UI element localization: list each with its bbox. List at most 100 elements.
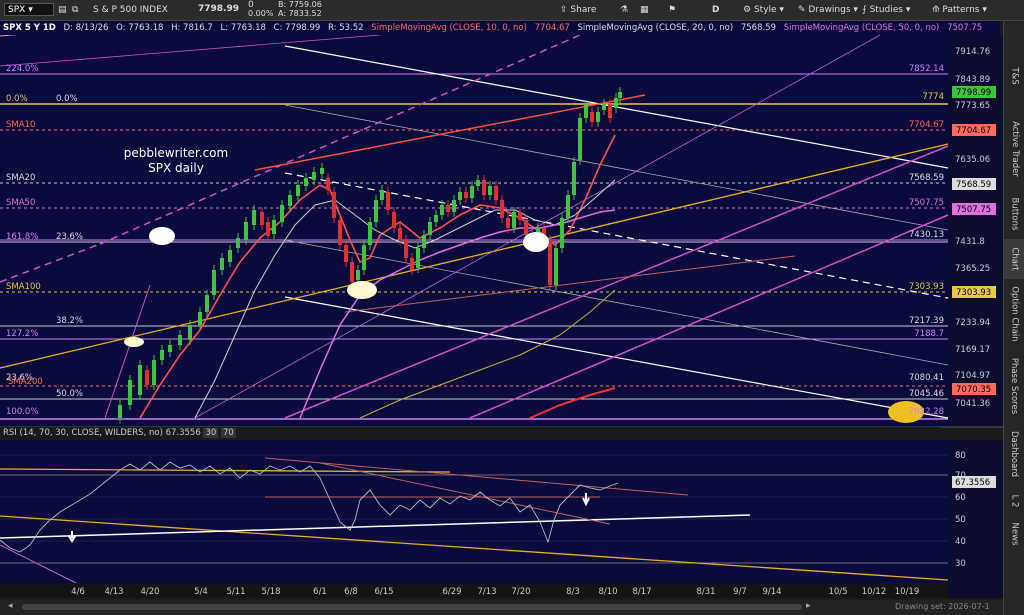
candle-body[interactable] <box>220 258 224 270</box>
candle-body[interactable] <box>590 112 594 122</box>
candle-body[interactable] <box>374 200 378 222</box>
candle-body[interactable] <box>236 238 240 248</box>
candle-body[interactable] <box>272 220 276 234</box>
price-pane[interactable] <box>0 35 948 427</box>
candle-body[interactable] <box>188 325 192 340</box>
candle-body[interactable] <box>578 118 582 160</box>
share-button[interactable]: ⇪ Share <box>560 3 596 17</box>
candle-body[interactable] <box>440 205 444 215</box>
candle-body[interactable] <box>205 295 209 312</box>
timeframe-label[interactable]: SPX 5 Y 1D <box>3 23 56 33</box>
candle-body[interactable] <box>320 168 324 174</box>
tab-active-trader[interactable]: Active Trader <box>1004 109 1024 189</box>
candle-body[interactable] <box>288 195 292 206</box>
price-chart[interactable]: pebblewriter.com SPX daily 224.0% 0.0% 0… <box>0 35 1003 615</box>
candle-body[interactable] <box>614 98 618 108</box>
candle-body[interactable] <box>566 195 570 218</box>
scroll-left-icon[interactable]: ◂ <box>8 601 13 611</box>
candle-body[interactable] <box>584 105 588 118</box>
candle-body[interactable] <box>596 112 600 122</box>
candle-body[interactable] <box>280 205 284 222</box>
candle-body[interactable] <box>554 248 558 285</box>
candle-body[interactable] <box>212 270 216 295</box>
candle-body[interactable] <box>128 380 132 405</box>
symbol-link-icon[interactable]: ⧉ <box>72 3 78 17</box>
candle-body[interactable] <box>560 218 564 248</box>
tab-chart[interactable]: Chart <box>1004 239 1024 279</box>
candle-body[interactable] <box>252 210 256 225</box>
candle-body[interactable] <box>350 262 354 282</box>
candle-body[interactable] <box>356 270 360 280</box>
tab-phase-scores[interactable]: Phase Scores <box>1004 351 1024 421</box>
candle-body[interactable] <box>326 178 330 190</box>
candle-body[interactable] <box>296 185 300 196</box>
bottom-scrollbar[interactable]: ◂ ▸ Drawing set: 2026-07-1 <box>0 600 1003 615</box>
candle-body[interactable] <box>344 245 348 262</box>
candle-body[interactable] <box>618 92 622 98</box>
sma10-study-label[interactable]: SimpleMovingAvg (CLOSE, 10, 0, no) <box>371 23 527 33</box>
candle-body[interactable] <box>572 162 576 195</box>
tab-buttons[interactable]: Buttons <box>1004 189 1024 239</box>
candle-body[interactable] <box>392 212 396 228</box>
candle-body[interactable] <box>494 186 498 200</box>
candle-body[interactable] <box>362 245 366 270</box>
drawings-button[interactable]: ✎ Drawings ▾ <box>798 3 858 17</box>
candle-body[interactable] <box>260 212 264 225</box>
candle-body[interactable] <box>488 186 492 195</box>
candle-body[interactable] <box>452 200 456 212</box>
candle-body[interactable] <box>386 192 390 210</box>
patterns-button[interactable]: ⟰ Patterns ▾ <box>932 3 987 17</box>
candle-body[interactable] <box>428 222 432 235</box>
style-button[interactable]: ⚙ Style ▾ <box>743 3 784 17</box>
candle-body[interactable] <box>602 104 606 110</box>
candle-body[interactable] <box>244 222 248 240</box>
candle-body[interactable] <box>422 235 426 248</box>
symbol-menu-icon[interactable]: ▤ <box>58 3 67 17</box>
sma20-study-label[interactable]: SimpleMovingAvg (CLOSE, 20, 0, no) <box>577 23 733 33</box>
candle-body[interactable] <box>198 312 202 325</box>
candle-body[interactable] <box>138 365 142 395</box>
candle-body[interactable] <box>118 405 122 418</box>
candle-body[interactable] <box>434 215 438 222</box>
candle-body[interactable] <box>518 212 522 220</box>
candle-body[interactable] <box>304 178 308 186</box>
tab-option-chain[interactable]: Option Chain <box>1004 279 1024 349</box>
calendar-button[interactable]: ▦ <box>640 3 649 17</box>
candle-body[interactable] <box>416 248 420 268</box>
candle-body[interactable] <box>404 240 408 258</box>
candle-body[interactable] <box>470 186 474 198</box>
candle-body[interactable] <box>145 370 149 385</box>
scrollbar-thumb[interactable] <box>22 604 802 610</box>
tab-level-2[interactable]: L 2 <box>1004 486 1024 516</box>
candle-body[interactable] <box>398 228 402 240</box>
candle-body[interactable] <box>152 360 156 385</box>
candle-body[interactable] <box>458 192 462 200</box>
scroll-right-icon[interactable]: ▸ <box>806 601 811 611</box>
candle-body[interactable] <box>464 192 468 198</box>
symbol-input[interactable]: SPX ▾ <box>4 3 54 16</box>
candle-body[interactable] <box>410 258 414 270</box>
candle-body[interactable] <box>446 205 450 212</box>
candle-body[interactable] <box>476 180 480 186</box>
candle-body[interactable] <box>506 218 510 228</box>
candle-body[interactable] <box>332 192 336 218</box>
candle-body[interactable] <box>178 335 182 345</box>
candle-body[interactable] <box>380 190 384 200</box>
studies-flask-button[interactable]: ⚗ <box>620 3 628 17</box>
candle-body[interactable] <box>482 180 486 195</box>
candle-body[interactable] <box>160 350 164 360</box>
sma50-study-label[interactable]: SimpleMovingAvg (CLOSE, 50, 0, no) <box>784 23 940 33</box>
candle-body[interactable] <box>548 240 552 285</box>
candle-body[interactable] <box>228 250 232 262</box>
candle-body[interactable] <box>266 222 270 236</box>
tab-dashboard[interactable]: Dashboard <box>1004 421 1024 486</box>
rsi-study-label[interactable]: RSI (14, 70, 30, CLOSE, WILDERS, no) <box>3 428 163 438</box>
timeframe-button[interactable]: D <box>712 3 719 17</box>
studies-button[interactable]: ⨍ Studies ▾ <box>862 3 910 17</box>
candle-body[interactable] <box>524 220 528 235</box>
candle-body[interactable] <box>608 104 612 118</box>
candle-body[interactable] <box>312 172 316 180</box>
tab-time-and-sales[interactable]: T&S <box>1004 61 1024 91</box>
candle-body[interactable] <box>512 212 516 228</box>
candle-body[interactable] <box>368 222 372 245</box>
